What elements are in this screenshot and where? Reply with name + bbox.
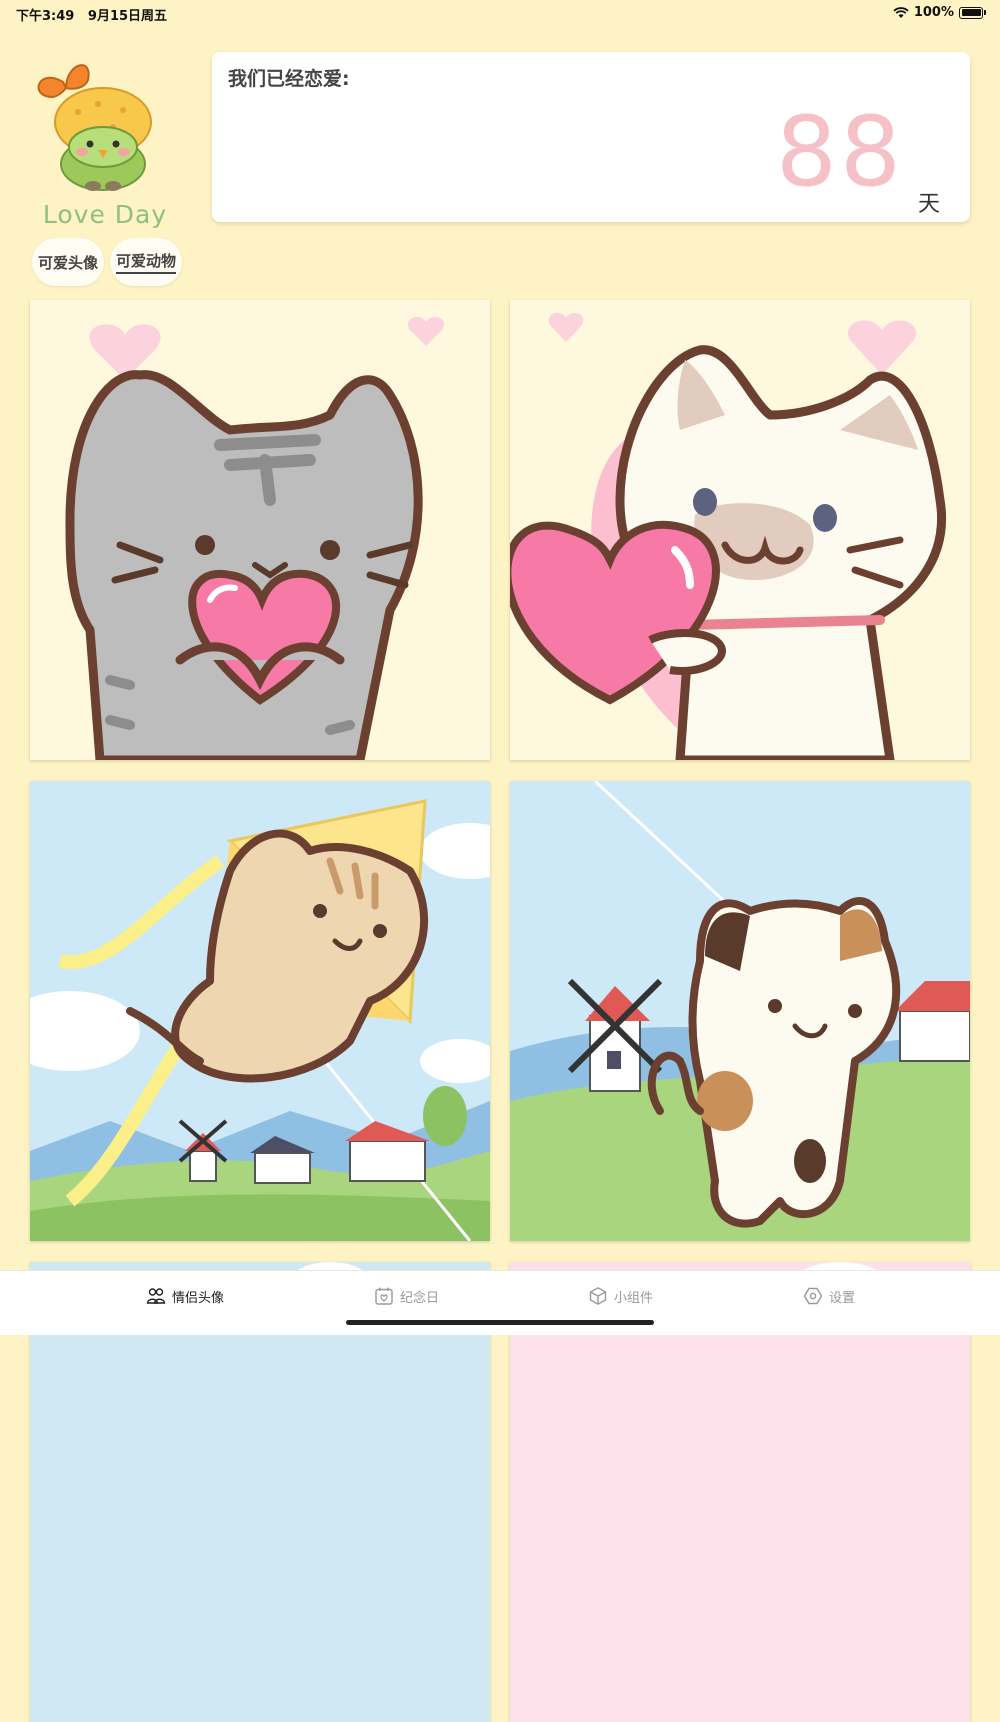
tab-couple-avatar-label: 情侣头像 — [172, 1290, 225, 1306]
tab-anniversary-label: 纪念日 — [400, 1290, 440, 1306]
home-indicator[interactable] — [346, 1320, 654, 1325]
counter-label: 我们已经恋爱: — [228, 68, 350, 90]
couple-avatar-icon — [146, 1288, 166, 1304]
gallery-item-cream-cat[interactable] — [510, 300, 970, 760]
gallery-item-calico-cat[interactable] — [510, 781, 970, 1241]
tag-cute-avatar-label: 可爱头像 — [37, 253, 98, 272]
counter-value: 88 — [775, 96, 904, 208]
tab-widget-label: 小组件 — [614, 1290, 654, 1306]
widget-cube-icon — [589, 1287, 607, 1305]
wifi-icon — [893, 6, 909, 18]
tag-cute-avatar[interactable]: 可爱头像 — [32, 238, 104, 286]
tag-cute-animal-label: 可爱动物 — [115, 250, 176, 274]
status-time: 下午3:49 — [16, 9, 75, 24]
battery-percent: 100% — [913, 5, 954, 20]
logo-text: Love Day — [42, 200, 168, 229]
tab-settings[interactable]: 设置 — [803, 1285, 855, 1307]
status-bar: 下午3:49 9月15日周五 100% — [0, 0, 1000, 26]
tab-widget[interactable]: 小组件 — [588, 1285, 653, 1307]
calico-cat-windmill-image — [510, 781, 970, 1241]
battery-icon — [959, 6, 983, 19]
tab-anniversary[interactable]: 纪念日 — [374, 1285, 439, 1307]
tab-couple-avatar[interactable]: 情侣头像 — [146, 1285, 224, 1307]
parrot-mascot-icon — [37, 64, 152, 191]
settings-hexagon-icon — [803, 1287, 823, 1305]
status-time-date: 下午3:49 9月15日周五 — [16, 5, 167, 24]
gallery-item-kite-cat[interactable] — [30, 781, 490, 1241]
tabby-cat-kite-image — [30, 781, 490, 1241]
love-counter-card[interactable]: 我们已经恋爱: 88 天 — [212, 52, 970, 222]
gray-cat-heart-image — [30, 300, 490, 760]
gallery-item-gray-cat[interactable] — [30, 300, 490, 760]
tab-settings-label: 设置 — [829, 1290, 856, 1306]
battery-tip — [984, 10, 986, 15]
tag-cute-animal[interactable]: 可爱动物 — [110, 238, 182, 286]
status-indicators: 100% — [893, 5, 986, 20]
cream-cat-heart-image — [510, 300, 970, 760]
status-date: 9月15日周五 — [87, 9, 168, 24]
tab-bar: 情侣头像 纪念日 小组件 设置 — [0, 1270, 1000, 1335]
calendar-heart-icon — [375, 1287, 393, 1305]
counter-unit: 天 — [917, 192, 940, 217]
